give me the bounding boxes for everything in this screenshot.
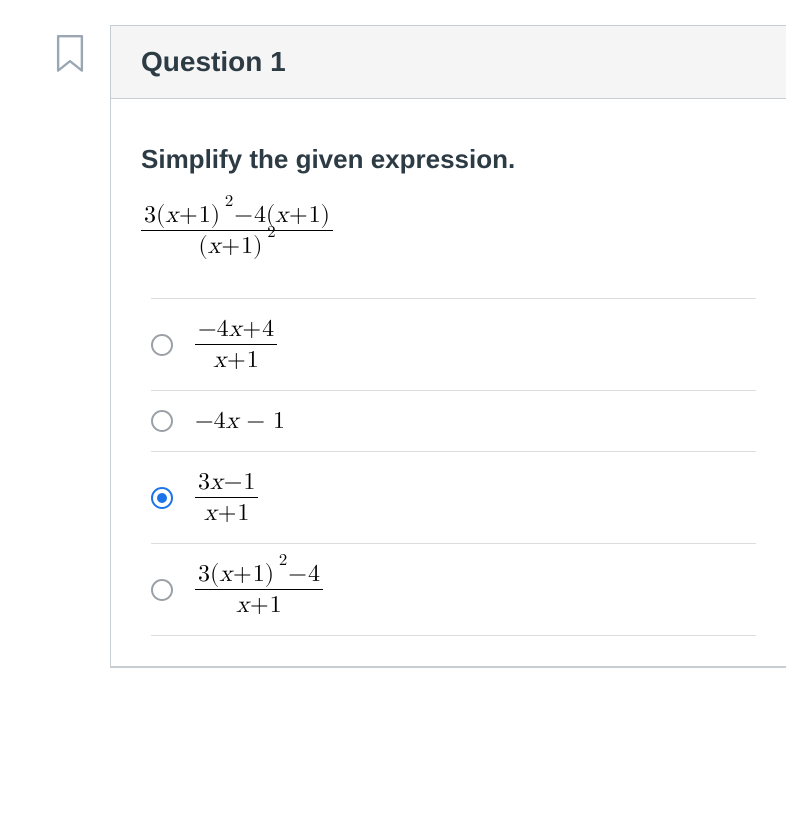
option-denominator: x+1 — [195, 590, 323, 617]
option-numerator: −4x+4 — [195, 317, 277, 345]
question-header: Question 1 — [111, 26, 786, 99]
options-list: −4x+4x+1−4x − 13x−1x+13(x+1)2−4x+1 — [151, 298, 756, 636]
radio-button[interactable] — [151, 579, 173, 601]
question-body: Simplify the given expression. 3(x+1)2−4… — [111, 99, 786, 666]
option-denominator: x+1 — [195, 498, 258, 525]
option-content: 3x−1x+1 — [195, 470, 258, 525]
option-numerator: 3(x+1)2−4 — [195, 562, 323, 590]
option-numerator: 3x−1 — [195, 470, 258, 498]
question-expression: 3(x+1)2−4(x+1) (x+1)2 — [141, 203, 756, 258]
radio-button[interactable] — [151, 410, 173, 432]
expression-numerator: 3(x+1)2−4(x+1) — [141, 203, 333, 231]
option-content: −4x+4x+1 — [195, 317, 277, 372]
option-denominator: x+1 — [195, 345, 277, 372]
option-content: 3(x+1)2−4x+1 — [195, 562, 323, 617]
option-row[interactable]: −4x+4x+1 — [151, 298, 756, 390]
radio-button[interactable] — [151, 334, 173, 356]
question-prompt: Simplify the given expression. — [141, 144, 756, 175]
option-row[interactable]: 3x−1x+1 — [151, 451, 756, 543]
bookmark-icon[interactable] — [55, 35, 85, 73]
option-row[interactable]: −4x − 1 — [151, 390, 756, 451]
question-card: Question 1 Simplify the given expression… — [110, 25, 786, 668]
option-row[interactable]: 3(x+1)2−4x+1 — [151, 543, 756, 636]
option-content: −4x − 1 — [195, 409, 285, 433]
expression-denominator: (x+1)2 — [141, 231, 333, 258]
question-title: Question 1 — [141, 46, 286, 77]
radio-button[interactable] — [151, 487, 173, 509]
